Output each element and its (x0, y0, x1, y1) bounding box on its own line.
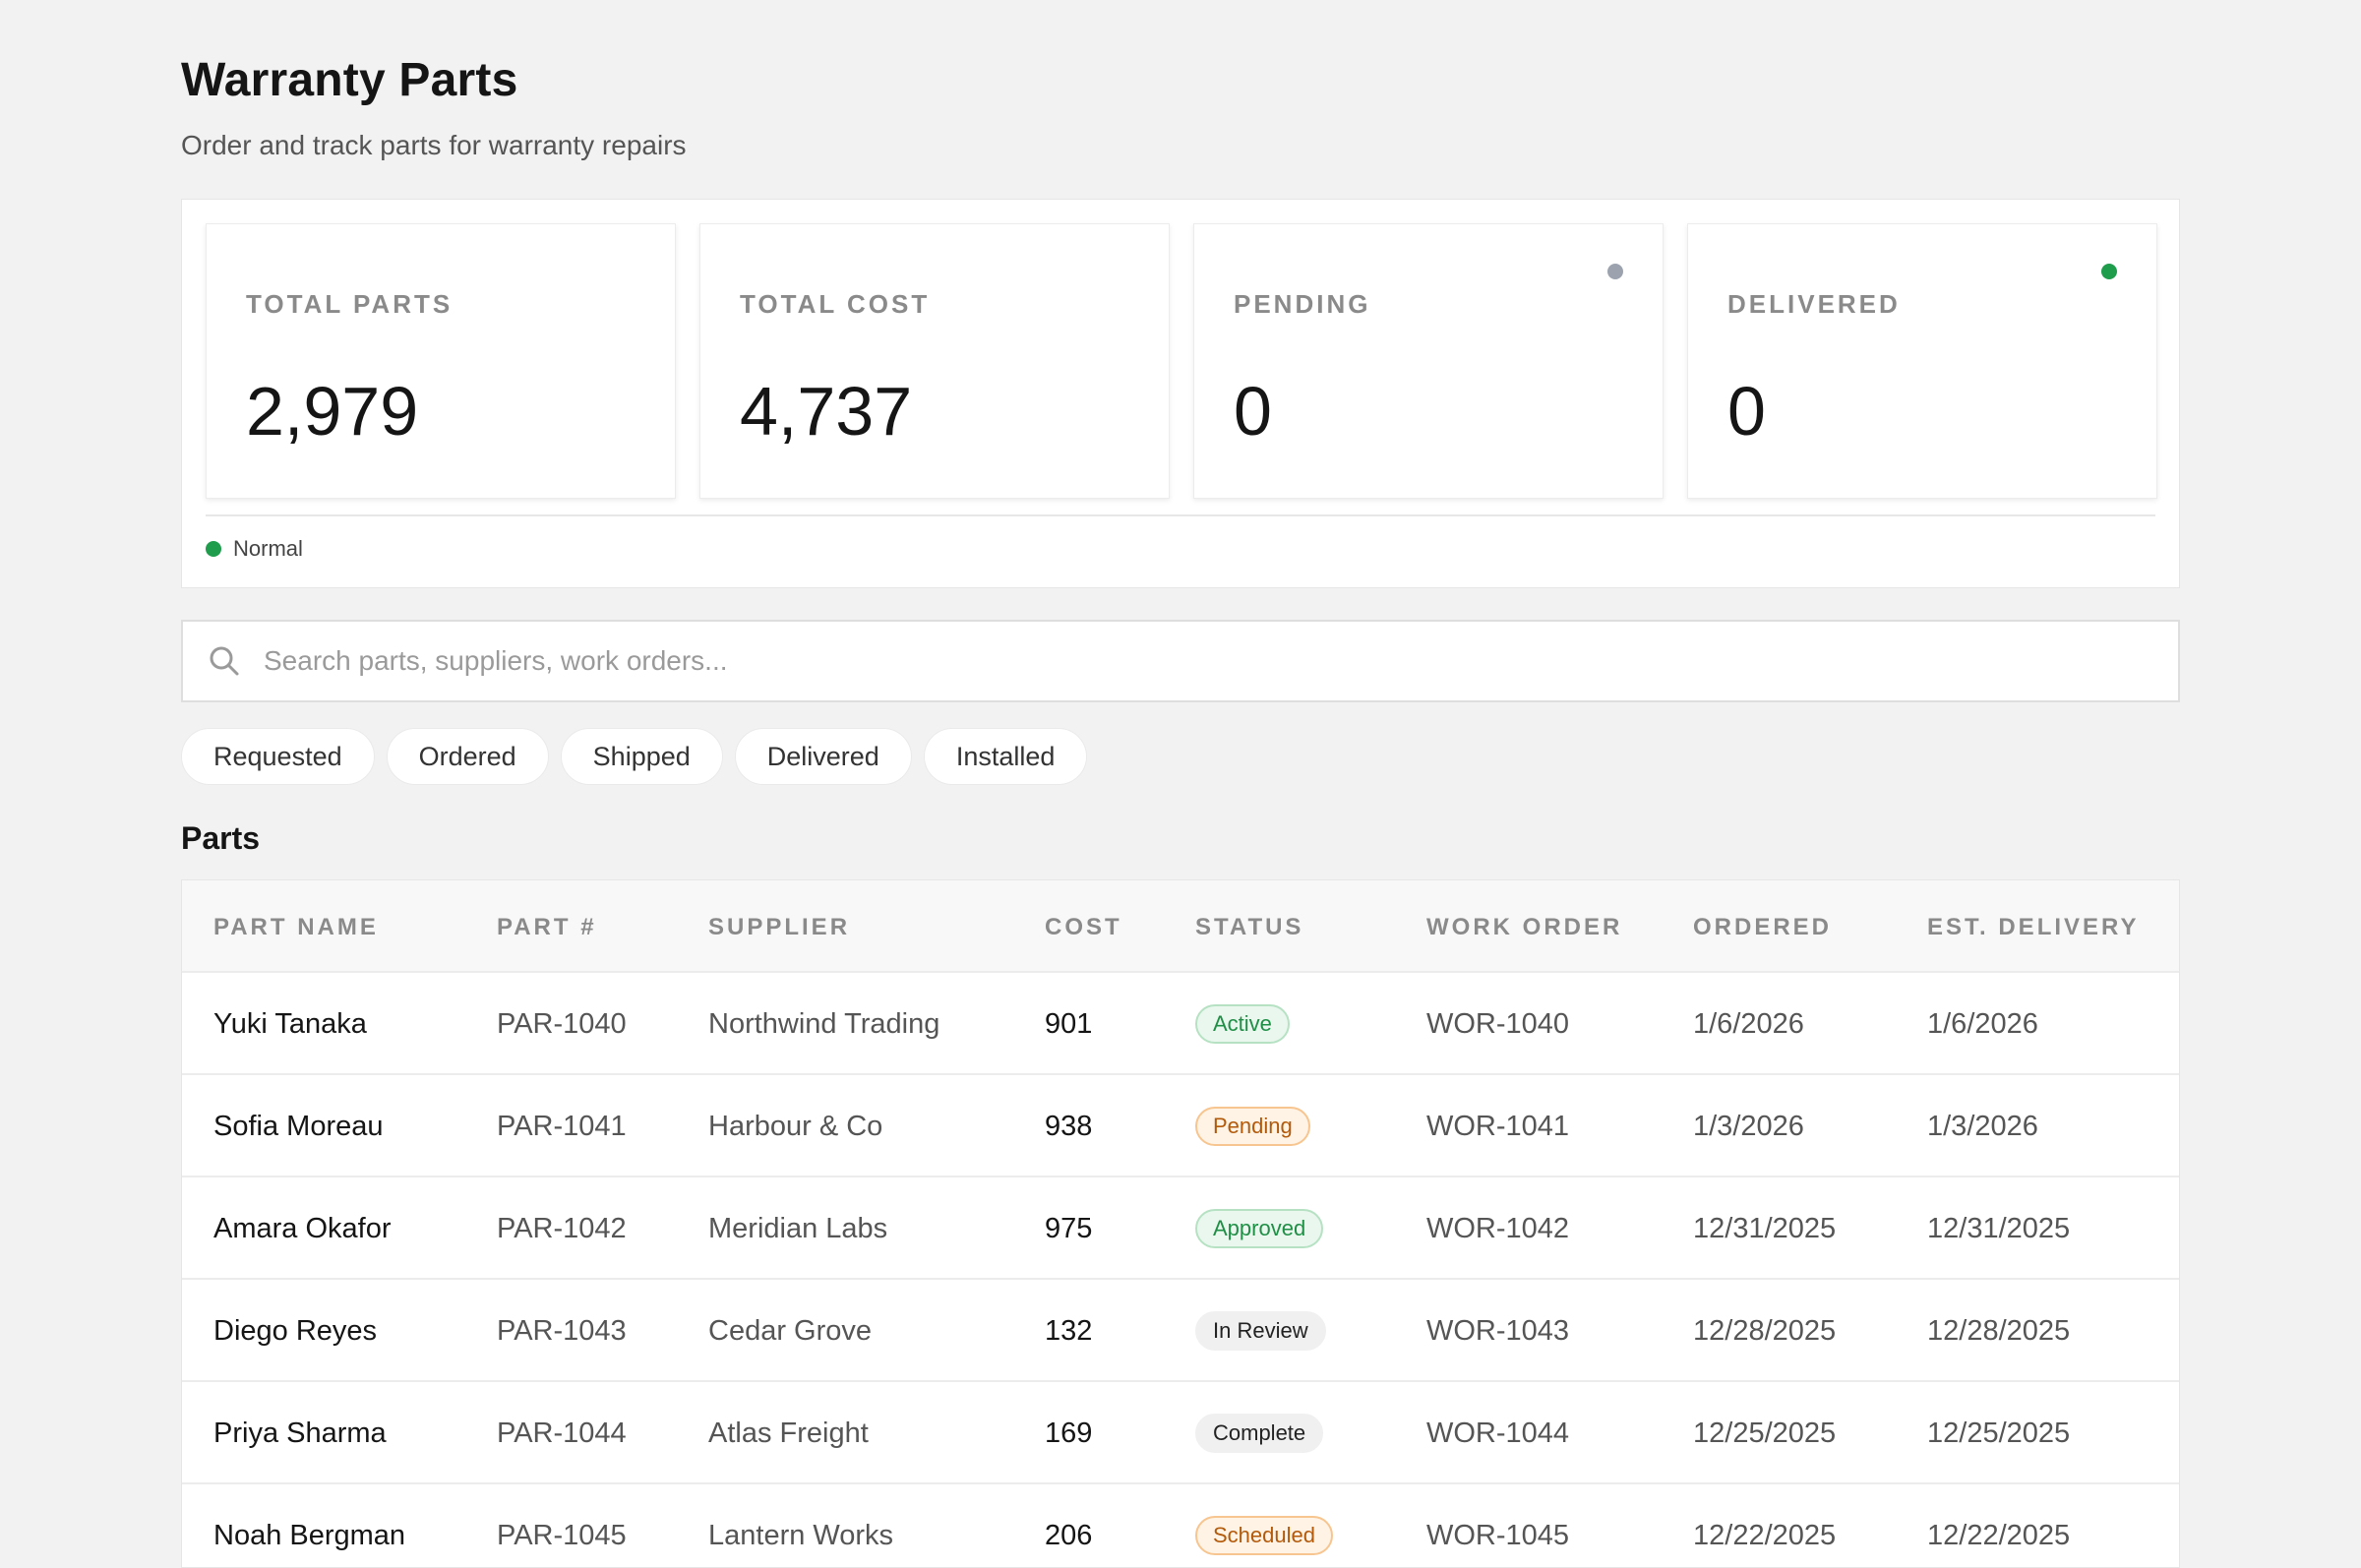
part-name: Priya Sharma (213, 1417, 387, 1449)
part-number: PAR-1043 (497, 1315, 627, 1347)
filter-chip-installed[interactable]: Installed (923, 728, 1088, 785)
column-header-ordered[interactable]: ORDERED (1693, 914, 1832, 941)
est-delivery-date: 12/31/2025 (1927, 1213, 2071, 1244)
status-filters: Requested Ordered Shipped Delivered Inst… (181, 728, 1088, 785)
column-header-cost[interactable]: COST (1045, 914, 1122, 941)
table-row[interactable]: Sofia Moreau PAR-1041 Harbour & Co 938 P… (182, 1073, 2179, 1176)
part-name: Sofia Moreau (213, 1111, 384, 1142)
stats-panel: TOTAL PARTS 2,979 TOTAL COST 4,737 PENDI… (181, 199, 2180, 588)
status-badge: Scheduled (1195, 1516, 1333, 1555)
cost: 938 (1045, 1111, 1093, 1142)
work-order: WOR-1043 (1426, 1315, 1570, 1347)
column-header-part-name[interactable]: PART NAME (213, 914, 379, 941)
ordered-date: 12/22/2025 (1693, 1520, 1837, 1551)
filter-chip-shipped[interactable]: Shipped (560, 728, 723, 785)
status-legend: Normal (206, 536, 303, 562)
supplier: Harbour & Co (708, 1111, 883, 1142)
cost: 901 (1045, 1008, 1093, 1040)
column-header-work-order[interactable]: WORK ORDER (1426, 914, 1622, 941)
status-badge: Approved (1195, 1209, 1324, 1248)
work-order: WOR-1041 (1426, 1111, 1570, 1142)
column-header-status[interactable]: STATUS (1195, 914, 1303, 941)
part-number: PAR-1040 (497, 1008, 627, 1040)
stat-card-delivered: DELIVERED 0 (1687, 223, 2157, 499)
page-title: Warranty Parts (181, 54, 518, 106)
legend-label: Normal (233, 536, 303, 561)
status-badge: Active (1195, 1004, 1290, 1044)
stat-label: DELIVERED (1727, 289, 1901, 319)
supplier: Meridian Labs (708, 1213, 888, 1244)
stat-card-total-cost: TOTAL COST 4,737 (699, 223, 1170, 499)
status-dot-icon (206, 541, 221, 557)
est-delivery-date: 12/25/2025 (1927, 1417, 2071, 1449)
status-dot-icon (1607, 264, 1623, 279)
ordered-date: 12/31/2025 (1693, 1213, 1837, 1244)
stat-label: TOTAL PARTS (246, 289, 454, 319)
est-delivery-date: 12/22/2025 (1927, 1520, 2071, 1551)
divider (206, 514, 2155, 516)
ordered-date: 12/28/2025 (1693, 1315, 1837, 1347)
filter-chip-ordered[interactable]: Ordered (386, 728, 549, 785)
part-number: PAR-1044 (497, 1417, 627, 1449)
status-badge: Pending (1195, 1107, 1310, 1146)
column-header-supplier[interactable]: SUPPLIER (708, 914, 850, 941)
cost: 132 (1045, 1315, 1093, 1347)
table-row[interactable]: Yuki Tanaka PAR-1040 Northwind Trading 9… (182, 971, 2179, 1073)
status-dot-icon (2101, 264, 2117, 279)
cost: 206 (1045, 1520, 1093, 1551)
stat-card-total-parts: TOTAL PARTS 2,979 (206, 223, 676, 499)
cost: 975 (1045, 1213, 1093, 1244)
work-order: WOR-1040 (1426, 1008, 1570, 1040)
part-name: Diego Reyes (213, 1315, 378, 1347)
column-header-part-number[interactable]: PART # (497, 914, 597, 941)
work-order: WOR-1045 (1426, 1520, 1570, 1551)
supplier: Northwind Trading (708, 1008, 940, 1040)
stat-value: 2,979 (246, 373, 419, 450)
stat-label: TOTAL COST (740, 289, 931, 319)
ordered-date: 1/6/2026 (1693, 1008, 1804, 1040)
part-number: PAR-1041 (497, 1111, 627, 1142)
stat-label: PENDING (1234, 289, 1371, 319)
status-badge: In Review (1195, 1311, 1326, 1351)
work-order: WOR-1042 (1426, 1213, 1570, 1244)
est-delivery-date: 1/3/2026 (1927, 1111, 2038, 1142)
table-row[interactable]: Diego Reyes PAR-1043 Cedar Grove 132 In … (182, 1278, 2179, 1380)
part-name: Yuki Tanaka (213, 1008, 367, 1040)
filter-chip-delivered[interactable]: Delivered (734, 728, 912, 785)
parts-table: PART NAME PART # SUPPLIER COST STATUS WO… (181, 879, 2180, 1568)
supplier: Cedar Grove (708, 1315, 873, 1347)
work-order: WOR-1044 (1426, 1417, 1570, 1449)
search-input[interactable] (264, 645, 2034, 677)
part-number: PAR-1042 (497, 1213, 627, 1244)
filter-chip-requested[interactable]: Requested (181, 728, 375, 785)
stat-value: 0 (1234, 373, 1272, 450)
page-subtitle: Order and track parts for warranty repai… (181, 130, 687, 160)
search-icon (210, 646, 239, 676)
table-row[interactable]: Noah Bergman PAR-1045 Lantern Works 206 … (182, 1482, 2179, 1567)
part-name: Amara Okafor (213, 1213, 392, 1244)
part-number: PAR-1045 (497, 1520, 627, 1551)
status-badge: Complete (1195, 1414, 1324, 1453)
column-header-est-delivery[interactable]: EST. DELIVERY (1927, 914, 2139, 941)
stat-card-pending: PENDING 0 (1193, 223, 1664, 499)
search-bar[interactable] (181, 620, 2180, 702)
est-delivery-date: 12/28/2025 (1927, 1315, 2071, 1347)
est-delivery-date: 1/6/2026 (1927, 1008, 2038, 1040)
stat-value: 0 (1727, 373, 1766, 450)
ordered-date: 12/25/2025 (1693, 1417, 1837, 1449)
table-row[interactable]: Priya Sharma PAR-1044 Atlas Freight 169 … (182, 1380, 2179, 1482)
table-header: PART NAME PART # SUPPLIER COST STATUS WO… (182, 880, 2179, 971)
section-title: Parts (181, 820, 261, 856)
cost: 169 (1045, 1417, 1093, 1449)
ordered-date: 1/3/2026 (1693, 1111, 1804, 1142)
supplier: Lantern Works (708, 1520, 894, 1551)
part-name: Noah Bergman (213, 1520, 406, 1551)
supplier: Atlas Freight (708, 1417, 869, 1449)
table-row[interactable]: Amara Okafor PAR-1042 Meridian Labs 975 … (182, 1176, 2179, 1278)
stat-value: 4,737 (740, 373, 913, 450)
